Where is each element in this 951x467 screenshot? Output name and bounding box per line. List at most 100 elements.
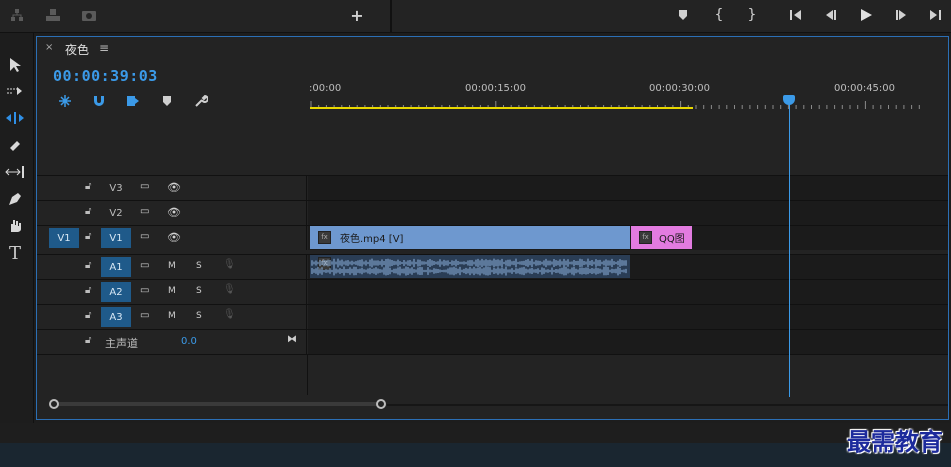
ripple-edit-tool-icon[interactable] [0, 106, 30, 130]
mute-button[interactable]: M [168, 261, 176, 271]
panel-menu-button[interactable]: ≡ [99, 41, 109, 55]
camera-icon[interactable] [80, 6, 98, 24]
source-patch[interactable]: V1 [49, 228, 79, 248]
mute-button[interactable]: M [168, 311, 176, 321]
go-to-out-icon[interactable] [926, 6, 944, 24]
solo-button[interactable]: S [196, 261, 202, 271]
track-name[interactable]: A3 [101, 307, 131, 327]
mute-button[interactable]: M [168, 286, 176, 296]
master-volume-value[interactable]: 0.0 [181, 336, 197, 347]
lock-icon[interactable]: 🔓︎ [85, 335, 91, 346]
image-clip[interactable]: fx QQ图 [631, 226, 692, 249]
add-button[interactable]: + [348, 6, 366, 25]
track-select-tool-icon[interactable] [0, 80, 30, 104]
track-name[interactable]: V1 [101, 228, 131, 248]
track-row-a3: 🔓︎ A3 ▭ M S 🎙︎ [37, 304, 948, 329]
scrollbar-right-handle[interactable] [376, 399, 386, 409]
track-lane[interactable] [308, 305, 948, 329]
playhead-timecode[interactable]: 00:00:39:03 [53, 67, 158, 85]
track-lane[interactable] [308, 330, 948, 354]
hand-tool-icon[interactable] [0, 214, 30, 238]
header-divider [307, 355, 308, 395]
mic-icon[interactable]: 🎙︎ [223, 259, 236, 270]
sync-lock-icon[interactable]: ▭ [140, 285, 149, 296]
play-icon[interactable] [857, 6, 875, 24]
audio-waveform [311, 258, 627, 276]
audio-clip[interactable]: fx [310, 255, 630, 278]
fx-badge-icon: fx [639, 231, 652, 244]
lock-icon[interactable]: 🔓︎ [85, 260, 91, 271]
bottom-background [0, 443, 951, 467]
nest-icon[interactable] [57, 93, 73, 109]
eye-icon[interactable]: 👁︎ [167, 231, 181, 244]
track-header: 🔓︎ V3 ▭ 👁︎ [37, 176, 307, 200]
top-toolbar: + { } [0, 0, 951, 33]
watermark-logo: 最需教育 [847, 427, 943, 456]
track-name[interactable]: V3 [101, 178, 131, 198]
track-lane[interactable]: fx [308, 255, 948, 279]
track-lane[interactable] [308, 280, 948, 304]
sync-lock-icon[interactable]: ▭ [140, 310, 149, 321]
step-forward-icon[interactable] [892, 6, 910, 24]
video-clip[interactable]: fx 夜色.mp4 [V] [310, 226, 630, 249]
lock-icon[interactable]: 🔓︎ [85, 310, 91, 321]
pen-tool-icon[interactable] [0, 187, 30, 211]
mark-out-icon[interactable]: } [743, 6, 761, 24]
sync-lock-icon[interactable]: ▭ [140, 260, 149, 271]
panel-tab-row: × 夜色 ≡ [37, 37, 948, 63]
track-lane[interactable]: fx 夜色.mp4 [V] fx QQ图 [308, 226, 948, 250]
eye-icon[interactable]: 👁︎ [167, 181, 181, 194]
track-header: 🔓︎ 主声道 0.0 ⧓ [37, 330, 307, 354]
snap-icon[interactable] [91, 93, 107, 109]
track-name[interactable]: A2 [101, 282, 131, 302]
type-tool-icon[interactable]: T [0, 241, 30, 265]
lock-icon[interactable]: 🔓︎ [85, 231, 91, 242]
eye-icon[interactable]: 👁︎ [167, 206, 181, 219]
solo-button[interactable]: S [196, 311, 202, 321]
settings-wrench-icon[interactable] [193, 93, 209, 109]
export-icon[interactable] [44, 6, 62, 24]
lock-icon[interactable]: 🔓︎ [85, 181, 91, 192]
track-row-v1: V1 🔓︎ V1 ▭ 👁︎ fx 夜色.mp4 [V] fx QQ图 [37, 225, 948, 250]
close-tab-button[interactable]: × [45, 42, 53, 53]
track-lane[interactable] [308, 176, 948, 200]
playhead-line [789, 99, 790, 397]
ruler-label: 00:00:30:00 [649, 83, 711, 94]
track-header: 🔓︎ A1 ▭ M S 🎙︎ [37, 255, 307, 279]
track-row-v2: 🔓︎ V2 ▭ 👁︎ [37, 200, 948, 225]
go-to-in-icon[interactable] [787, 6, 805, 24]
solo-button[interactable]: S [196, 286, 202, 296]
scrollbar-left-handle[interactable] [49, 399, 59, 409]
mark-in-icon[interactable]: { [710, 6, 728, 24]
sync-lock-icon[interactable]: ▭ [140, 231, 149, 242]
sync-lock-icon[interactable]: ▭ [140, 181, 149, 192]
slip-tool-icon[interactable] [0, 160, 30, 184]
sync-lock-icon[interactable]: ▭ [140, 206, 149, 217]
tools-panel: T [0, 33, 34, 423]
step-back-icon[interactable] [822, 6, 840, 24]
track-name[interactable]: A1 [101, 257, 131, 277]
lock-icon[interactable]: 🔓︎ [85, 285, 91, 296]
track-lane[interactable] [308, 201, 948, 225]
razor-tool-icon[interactable] [0, 134, 30, 158]
mic-icon[interactable]: 🎙︎ [223, 309, 236, 320]
selection-tool-icon[interactable] [0, 53, 30, 77]
track-row-v3: 🔓︎ V3 ▭ 👁︎ [37, 175, 948, 200]
horizontal-zoom-scrollbar[interactable] [53, 402, 383, 406]
collapse-icon[interactable]: ⧓ [287, 334, 297, 345]
master-track-label: 主声道 [105, 337, 138, 350]
track-name[interactable]: V2 [101, 203, 131, 223]
track-header: 🔓︎ A3 ▭ M S 🎙︎ [37, 305, 307, 329]
lock-icon[interactable]: 🔓︎ [85, 206, 91, 217]
hierarchy-icon[interactable] [8, 6, 26, 24]
time-ruler[interactable]: :00:00 00:00:15:00 00:00:30:00 00:00:45:… [309, 75, 948, 109]
track-header: V1 🔓︎ V1 ▭ 👁︎ [37, 226, 307, 250]
add-marker-icon[interactable] [159, 93, 175, 109]
track-row-a2: 🔓︎ A2 ▭ M S 🎙︎ [37, 279, 948, 304]
mic-icon[interactable]: 🎙︎ [223, 284, 236, 295]
work-area-bar[interactable] [310, 107, 693, 109]
linked-selection-icon[interactable] [125, 93, 141, 109]
marker-icon[interactable] [674, 6, 692, 24]
sequence-tab-title[interactable]: 夜色 [65, 41, 89, 58]
clip-label: QQ图 [659, 234, 685, 245]
